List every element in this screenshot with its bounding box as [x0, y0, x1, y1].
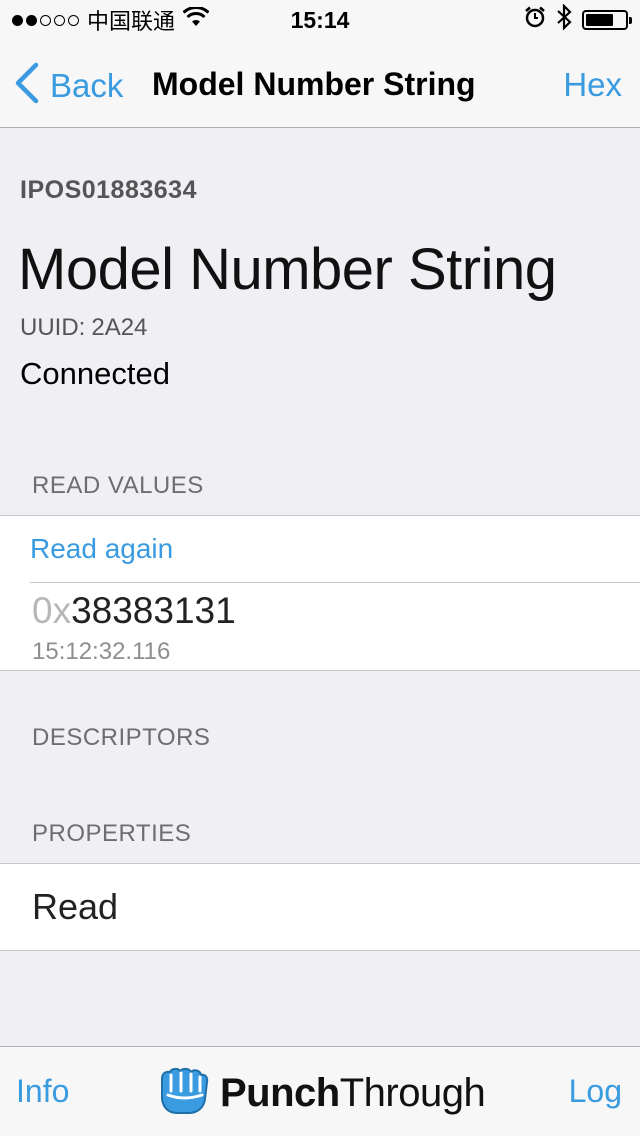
fist-icon [156, 1065, 212, 1122]
uuid-prefix: UUID: [20, 314, 86, 341]
nav-title: Model Number String [152, 66, 476, 102]
read-again-button[interactable]: Read again [0, 516, 640, 582]
property-row: Read [32, 886, 119, 927]
log-button[interactable]: Log [569, 1073, 622, 1110]
uuid-label: UUID: 2A24 [20, 314, 147, 342]
bluetooth-icon [556, 2, 572, 37]
logo-text-regular: Through [339, 1071, 486, 1115]
connection-status: Connected [20, 356, 170, 391]
chevron-left-icon [14, 62, 40, 109]
properties-group: Read [0, 863, 640, 951]
logo-text-bold: Punch [220, 1071, 340, 1115]
back-button[interactable]: Back [14, 62, 123, 109]
alarm-icon [524, 6, 546, 35]
status-bar: 中国联通 15:14 [0, 0, 640, 40]
read-value: 0x38383131 [32, 590, 236, 632]
uuid-value: 2A24 [91, 314, 148, 341]
read-value-row[interactable]: 0x38383131 15:12:32.116 [0, 582, 640, 670]
section-header-properties: PROPERTIES [32, 820, 192, 847]
device-id: IPOS01883634 [20, 176, 197, 204]
navigation-bar: Back Model Number String Hex [0, 40, 640, 128]
back-label: Back [50, 66, 124, 104]
hex-button[interactable]: Hex [563, 66, 622, 104]
value-prefix: 0x [32, 590, 72, 631]
status-right [524, 2, 632, 35]
value-timestamp: 15:12:32.116 [32, 638, 171, 665]
battery-level [586, 14, 613, 26]
bottom-bar: Info PunchThrough Log [0, 1046, 640, 1136]
logo-text: PunchThrough [220, 1071, 486, 1116]
section-header-descriptors: DESCRIPTORS [32, 724, 211, 751]
read-values-group: Read again 0x38383131 15:12:32.116 [0, 515, 640, 671]
battery-icon [582, 10, 632, 30]
info-button[interactable]: Info [16, 1073, 69, 1110]
screen: 中国联通 15:14 Back Model Number String Hex … [0, 0, 640, 1136]
value-hex: 38383131 [71, 590, 236, 631]
section-header-read-values: READ VALUES [32, 472, 204, 499]
characteristic-name: Model Number String [18, 237, 557, 302]
punchthrough-logo: PunchThrough [156, 1065, 486, 1122]
